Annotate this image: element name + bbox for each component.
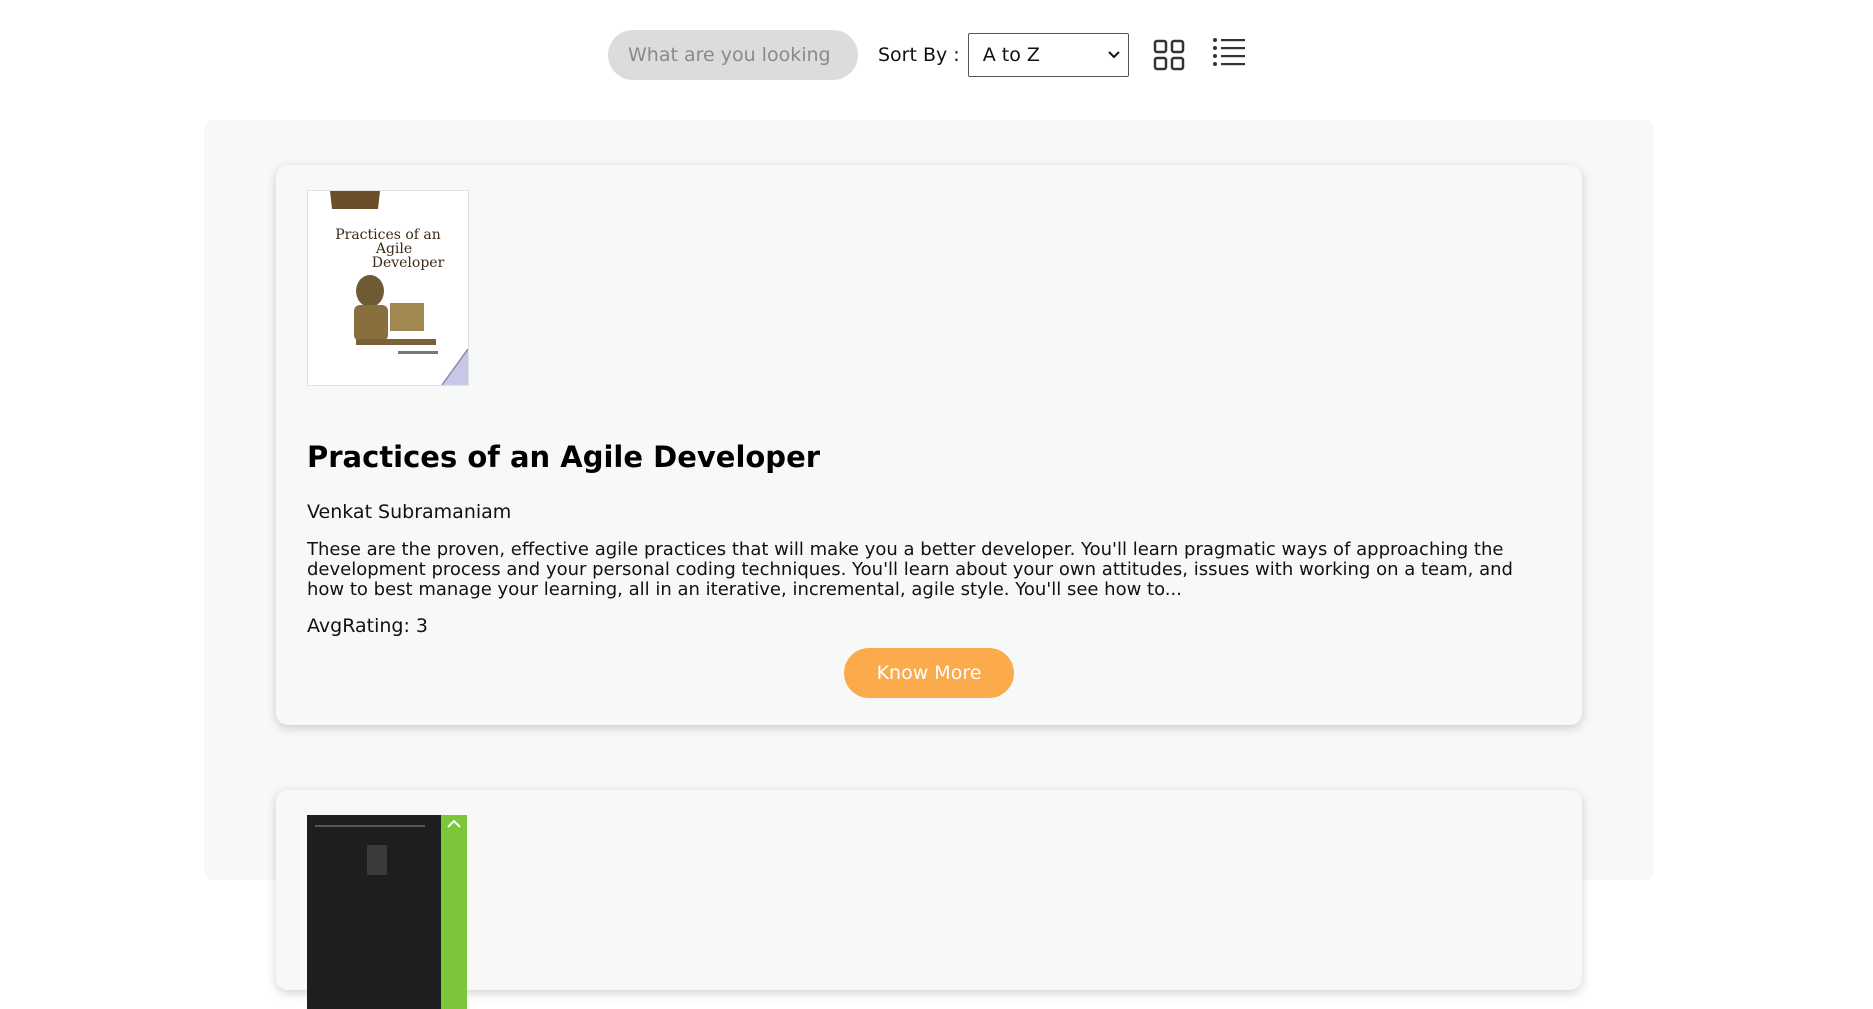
know-more-button[interactable]: Know More [844, 648, 1014, 698]
list-view-icon[interactable] [1211, 34, 1247, 70]
book-cover-image: Practices of an Agile Developer [307, 190, 469, 386]
book-card: Practices of an Agile Developer Practice… [276, 165, 1582, 725]
sort-label: Sort By : [878, 44, 960, 66]
toolbar: Sort By : A to Z [608, 30, 1247, 80]
book-cover-image [307, 815, 467, 1009]
sort-selected-value: A to Z [982, 44, 1040, 66]
chevron-down-icon [1108, 47, 1120, 63]
book-card [276, 790, 1582, 1009]
book-description: These are the proven, effective agile pr… [307, 540, 1513, 600]
book-title: Practices of an Agile Developer [307, 440, 821, 474]
book-author: Venkat Subramaniam [307, 501, 512, 523]
sort-select[interactable]: A to Z [967, 33, 1129, 77]
cover-title-line3: Developer [372, 255, 445, 271]
grid-view-icon[interactable] [1151, 37, 1187, 73]
search-input[interactable] [608, 30, 858, 80]
book-list-panel: Practices of an Agile Developer Practice… [204, 120, 1654, 1009]
book-rating: AvgRating: 3 [307, 615, 428, 637]
